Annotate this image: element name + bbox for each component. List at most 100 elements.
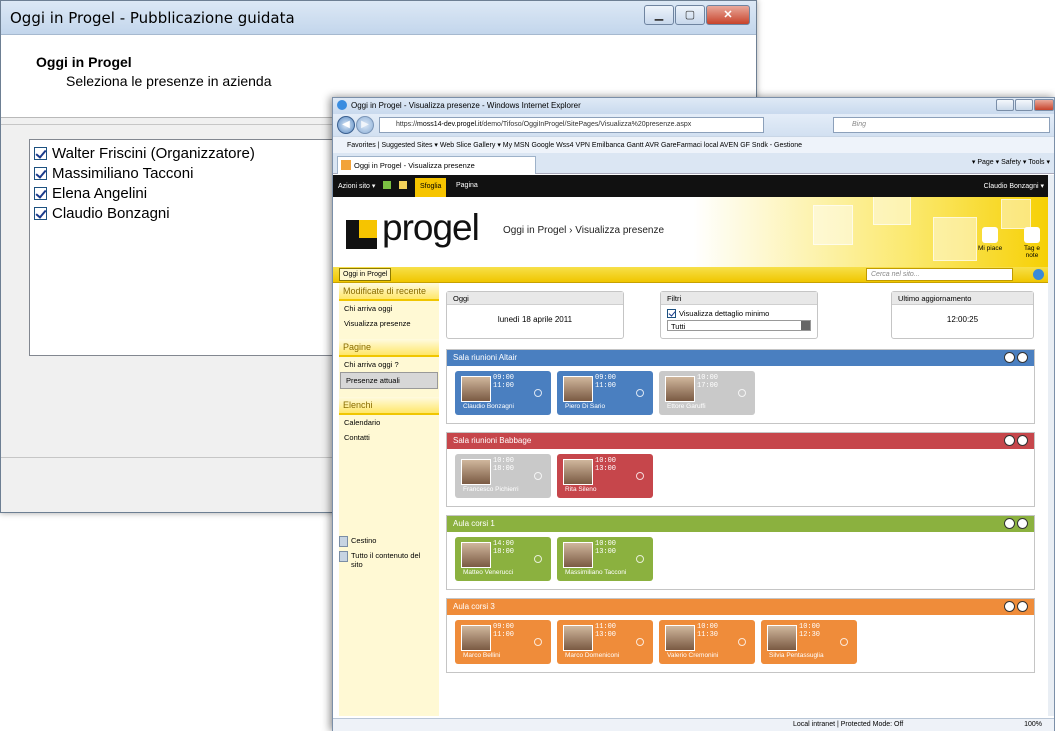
tab-row: Oggi in Progel - Visualizza presenze ▾ P… — [333, 153, 1054, 174]
chevron-down-icon — [801, 321, 810, 330]
search-input[interactable]: Bing — [833, 117, 1050, 133]
back-icon[interactable]: ◀ — [337, 116, 355, 134]
checkbox[interactable] — [34, 206, 47, 220]
box-title: Oggi — [447, 292, 623, 305]
expand-icon[interactable] — [840, 638, 848, 646]
presence-times: 14:00 18:00 — [493, 540, 514, 556]
browser-titlebar[interactable]: Oggi in Progel - Visualizza presenze - W… — [333, 98, 1054, 114]
restore-button[interactable] — [1015, 99, 1033, 111]
quick-launch-item-selected[interactable]: Presenze attuali — [340, 372, 438, 389]
expand-icon[interactable] — [738, 389, 746, 397]
zoom-level[interactable]: 100% — [1024, 721, 1042, 728]
minimize-button[interactable]: ▁ — [644, 5, 674, 25]
presence-card[interactable]: 10:00 12:30 Silvia Pentassuglia — [761, 620, 857, 664]
print-icon[interactable] — [1017, 435, 1028, 446]
presence-card[interactable]: 10:00 17:00 Ettore Garuffi — [659, 371, 755, 415]
people-checklist[interactable]: Walter Friscini (Organizzatore) Massimil… — [29, 139, 349, 356]
expand-icon[interactable] — [534, 638, 542, 646]
browser-window: Oggi in Progel - Visualizza presenze - W… — [332, 97, 1055, 731]
presence-card[interactable]: 09:00 11:00 Claudio Bonzagni — [455, 371, 551, 415]
presence-card[interactable]: 09:00 11:00 Marco Bellini — [455, 620, 551, 664]
topnav-item[interactable]: Oggi in Progel — [339, 268, 392, 281]
wizard-titlebar[interactable]: Oggi in Progel - Pubblicazione guidata ▁… — [1, 1, 756, 35]
presence-card[interactable]: 10:00 11:30 Valerio Cremonini — [659, 620, 755, 664]
expand-icon[interactable] — [534, 555, 542, 563]
refresh-icon[interactable] — [1004, 435, 1015, 446]
presence-card[interactable]: 10:00 13:00 Massimiliano Tacconi — [557, 537, 653, 581]
edit-page-icon[interactable] — [399, 181, 407, 189]
site-search-input[interactable]: Cerca nel sito... — [866, 268, 1013, 281]
presence-card[interactable]: 14:00 18:00 Matteo Venerucci — [455, 537, 551, 581]
breadcrumb: Oggi in Progel › Visualizza presenze — [503, 225, 665, 236]
person-checkbox-row[interactable]: Elena Angelini — [34, 183, 344, 203]
quick-launch-item[interactable]: Contatti — [339, 430, 439, 445]
quick-launch-item[interactable]: Chi arriva oggi ? — [339, 357, 439, 372]
filter-select[interactable]: Tutti — [667, 320, 811, 331]
quick-launch-item[interactable]: Visualizza presenze — [339, 316, 439, 331]
close-button[interactable] — [1034, 99, 1054, 111]
quick-launch-heading[interactable]: Modificate di recente — [339, 283, 439, 301]
like-icon — [982, 227, 999, 243]
expand-icon[interactable] — [534, 389, 542, 397]
quick-launch-heading[interactable]: Pagine — [339, 339, 439, 357]
expand-icon[interactable] — [636, 389, 644, 397]
recycle-bin-link[interactable]: Cestino — [339, 536, 434, 547]
site-banner: progel Oggi in Progel › Visualizza prese… — [333, 197, 1054, 267]
refresh-icon[interactable] — [1004, 601, 1015, 612]
quick-launch-item[interactable]: Chi arriva oggi — [339, 301, 439, 316]
command-bar[interactable]: ▾ Page ▾ Safety ▾ Tools ▾ — [972, 158, 1050, 166]
today-box: Oggi lunedì 18 aprile 2011 — [446, 291, 624, 339]
avatar — [665, 376, 695, 402]
time-in: 10:00 — [595, 540, 617, 548]
checkbox[interactable] — [34, 166, 47, 180]
browser-tab[interactable]: Oggi in Progel - Visualizza presenze — [337, 156, 536, 174]
person-checkbox-row[interactable]: Walter Friscini (Organizzatore) — [34, 143, 344, 163]
navigate-up-icon[interactable] — [383, 181, 391, 189]
favorites-bar[interactable]: Favorites | Suggested Sites ▾ Web Slice … — [333, 136, 1054, 153]
refresh-icon[interactable] — [1004, 352, 1015, 363]
forward-icon[interactable]: ▶ — [356, 116, 374, 134]
print-icon[interactable] — [1017, 518, 1028, 529]
quick-launch-item[interactable]: Calendario — [339, 415, 439, 430]
presence-card[interactable]: 10:00 18:00 Francesco Pichierri — [455, 454, 551, 498]
url-host: moss14-dev.progel.it — [417, 121, 482, 128]
like-button[interactable]: Mi piace — [978, 227, 1002, 252]
expand-icon[interactable] — [636, 472, 644, 480]
presence-card[interactable]: 11:00 13:00 Marco Domeniconi — [557, 620, 653, 664]
presence-times: 10:00 13:00 — [595, 540, 616, 556]
site-actions-menu[interactable]: Azioni sito ▾ — [338, 182, 375, 190]
checkbox[interactable] — [34, 146, 47, 160]
help-icon[interactable] — [1033, 269, 1044, 280]
user-menu[interactable]: Claudio Bonzagni ▾ — [984, 182, 1044, 190]
print-icon[interactable] — [1017, 601, 1028, 612]
box-title: Filtri — [661, 292, 817, 305]
tab-label: Oggi in Progel - Visualizza presenze — [354, 161, 475, 170]
room-header: Aula corsi 3 — [447, 599, 1034, 615]
presence-card[interactable]: 09:00 11:00 Piero Di Sario — [557, 371, 653, 415]
close-button[interactable]: ✕ — [706, 5, 750, 25]
person-checkbox-row[interactable]: Claudio Bonzagni — [34, 203, 344, 223]
checkbox[interactable] — [34, 186, 47, 200]
all-content-link[interactable]: Tutto il contenuto del sito — [339, 551, 434, 569]
minimize-button[interactable] — [996, 99, 1014, 111]
time-in: 14:00 — [493, 540, 515, 548]
detail-checkbox-row[interactable]: Visualizza dettaglio minimo — [661, 305, 817, 318]
expand-icon[interactable] — [738, 638, 746, 646]
print-icon[interactable] — [1017, 352, 1028, 363]
tab-page[interactable]: Pagina — [456, 182, 478, 189]
tab-browse[interactable]: Sfoglia — [415, 178, 447, 197]
presence-card[interactable]: 10:00 13:00 Rita Sileno — [557, 454, 653, 498]
scrollbar[interactable] — [1048, 175, 1054, 716]
url-field[interactable]: https://moss14-dev.progel.it/demo/Tifoso… — [379, 117, 764, 133]
time-out: 11:00 — [493, 631, 515, 639]
checkbox[interactable] — [667, 309, 676, 318]
maximize-button[interactable]: ▢ — [675, 5, 705, 25]
room-header: Sala riunioni Babbage — [447, 433, 1034, 449]
quick-launch-heading[interactable]: Elenchi — [339, 397, 439, 415]
expand-icon[interactable] — [636, 555, 644, 563]
expand-icon[interactable] — [636, 638, 644, 646]
refresh-icon[interactable] — [1004, 518, 1015, 529]
person-checkbox-row[interactable]: Massimiliano Tacconi — [34, 163, 344, 183]
tags-button[interactable]: Tag e note — [1017, 227, 1047, 259]
expand-icon[interactable] — [534, 472, 542, 480]
